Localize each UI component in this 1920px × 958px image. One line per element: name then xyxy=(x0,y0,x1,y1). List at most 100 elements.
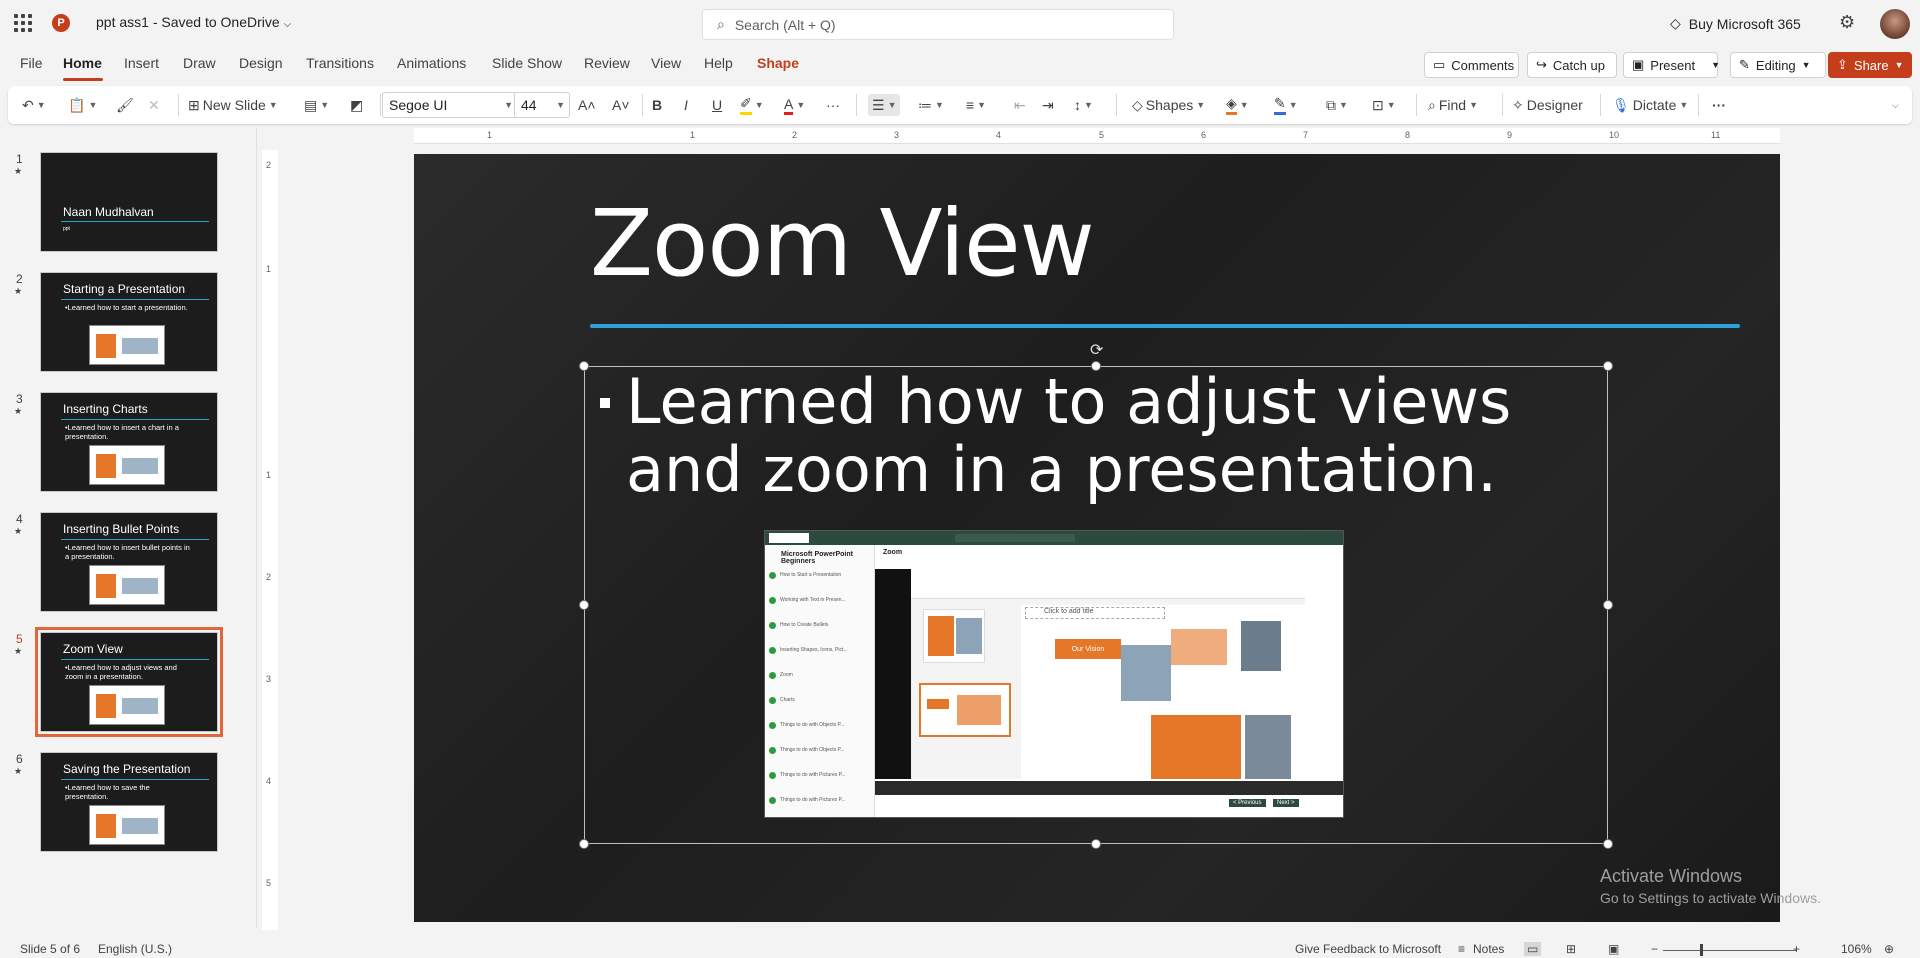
align-button[interactable]: ≡ ▼ xyxy=(966,94,986,116)
slide-body-text[interactable]: Learned how to adjust views and zoom in … xyxy=(626,368,1586,504)
resize-handle[interactable] xyxy=(579,361,589,371)
undo-button[interactable]: ↶ ▼ xyxy=(22,94,46,116)
share-button[interactable]: ⇪ Share ▼ xyxy=(1828,52,1912,78)
resize-handle[interactable] xyxy=(1603,600,1613,610)
rotate-handle-icon[interactable]: ⟳ xyxy=(1090,340,1103,360)
document-title[interactable]: ppt ass1 - Saved to OneDrive ⌵ xyxy=(96,14,291,30)
delete-button[interactable]: ✕ xyxy=(148,94,160,116)
slide-thumbnail-2[interactable]: Starting a Presentation •Learned how to s… xyxy=(40,272,218,372)
zoom-out-button[interactable]: − xyxy=(1651,942,1658,956)
resize-handle[interactable] xyxy=(579,600,589,610)
zoom-level[interactable]: 106% xyxy=(1841,942,1872,956)
slide-thumbnail-4[interactable]: Inserting Bullet Points •Learned how to i… xyxy=(40,512,218,612)
collapse-ribbon-button[interactable]: ⌵ xyxy=(1892,94,1899,116)
tab-file[interactable]: File xyxy=(20,55,43,71)
designer-button[interactable]: ✧ Designer xyxy=(1512,94,1583,116)
zoom-in-button[interactable]: + xyxy=(1793,942,1800,956)
tab-help[interactable]: Help xyxy=(704,55,733,71)
panel-divider[interactable] xyxy=(256,128,257,928)
layout-button[interactable]: ▤ ▼ xyxy=(304,94,329,116)
app-launcher-icon[interactable] xyxy=(14,14,32,32)
buy-microsoft-365-button[interactable]: ◇ Buy Microsoft 365 xyxy=(1670,15,1801,32)
format-painter-button[interactable]: 🖌 xyxy=(116,94,134,116)
present-icon: ▣ xyxy=(1632,57,1645,72)
layout-icon: ▤ xyxy=(304,96,318,113)
line-spacing-button[interactable]: ↕ ▼ xyxy=(1074,94,1093,116)
bullets-button[interactable]: ☰ ▼ xyxy=(868,94,901,116)
resize-handle[interactable] xyxy=(1091,839,1101,849)
tab-view[interactable]: View xyxy=(651,55,681,71)
fit-to-window-icon[interactable]: ⊕ xyxy=(1884,942,1894,956)
tab-draw[interactable]: Draw xyxy=(183,55,216,71)
shape-fill-button[interactable]: ◈ ▼ xyxy=(1226,94,1249,116)
arrange-button[interactable]: ⧉ ▼ xyxy=(1326,94,1348,116)
embedded-video-controls xyxy=(875,781,1343,795)
editing-mode-button[interactable]: ✎ Editing ▼ xyxy=(1730,52,1826,78)
zoom-slider[interactable] xyxy=(1663,950,1797,951)
slide-number: 1 xyxy=(16,152,23,166)
decrease-font-button[interactable]: A˅ xyxy=(612,94,630,116)
tab-transitions[interactable]: Transitions xyxy=(306,55,374,71)
more-options-button[interactable]: ··· xyxy=(1712,94,1726,116)
zoom-slider-thumb[interactable] xyxy=(1700,944,1703,956)
new-slide-button[interactable]: ⊞ New Slide ▼ xyxy=(188,94,278,116)
normal-view-icon[interactable]: ▭ xyxy=(1524,942,1542,956)
more-font-options-button[interactable]: ··· xyxy=(826,94,840,116)
dictate-button[interactable]: 🎙 Dictate ▼ xyxy=(1612,94,1688,116)
language-indicator[interactable]: English (U.S.) xyxy=(98,942,172,956)
slide-counter: Slide 5 of 6 xyxy=(20,942,81,956)
slide-number: 5 xyxy=(16,632,23,646)
highlight-button[interactable]: ✐ ▼ xyxy=(740,94,764,116)
italic-button[interactable]: I xyxy=(684,94,688,116)
avatar[interactable] xyxy=(1880,9,1910,39)
find-button[interactable]: ⌕ Find ▼ xyxy=(1428,94,1478,116)
reset-button[interactable]: ◩ xyxy=(350,94,363,116)
shape-outline-button[interactable]: ✎ ▼ xyxy=(1274,94,1298,116)
slide-title[interactable]: Zoom View xyxy=(590,190,1095,297)
tab-insert[interactable]: Insert xyxy=(124,55,159,71)
catch-up-button[interactable]: ↪ Catch up xyxy=(1527,52,1617,78)
feedback-link[interactable]: Give Feedback to Microsoft xyxy=(1295,942,1441,956)
embedded-screenshot-image[interactable]: Microsoft PowerPoint Beginners How to St… xyxy=(764,530,1344,818)
present-button[interactable]: ▣ Present ▼ xyxy=(1623,52,1720,78)
underline-button[interactable]: U xyxy=(712,94,722,116)
slide-canvas[interactable]: Zoom View ⟳ Learned how to adjust views … xyxy=(414,154,1780,922)
slide-thumbnail-6[interactable]: Saving the Presentation •Learned how to s… xyxy=(40,752,218,852)
tab-review[interactable]: Review xyxy=(584,55,630,71)
tab-animations[interactable]: Animations xyxy=(397,55,466,71)
comments-button[interactable]: ▭ Comments xyxy=(1424,52,1519,78)
slide-thumbnail-1[interactable]: Naan Mudhalvan ppt xyxy=(40,152,218,252)
embedded-lesson-label: Inserting Shapes, Icons, Pict... xyxy=(780,647,848,653)
numbering-button[interactable]: ≔ ▼ xyxy=(918,94,944,116)
resize-handle[interactable] xyxy=(1603,839,1613,849)
search-box[interactable]: ⌕ Search (Alt + Q) xyxy=(702,9,1174,40)
resize-handle[interactable] xyxy=(1603,361,1613,371)
increase-font-button[interactable]: A˄ xyxy=(578,94,596,116)
ruler-tick: 6 xyxy=(1201,130,1207,140)
group-button[interactable]: ⊡ ▼ xyxy=(1372,94,1396,116)
tab-shape[interactable]: Shape xyxy=(757,55,799,71)
settings-gear-icon[interactable]: ⚙ xyxy=(1839,12,1855,33)
slide-thumbnail-5[interactable]: Zoom View •Learned how to adjust views an… xyxy=(35,627,223,737)
shapes-button[interactable]: ◇ Shapes ▼ xyxy=(1132,94,1205,116)
resize-handle[interactable] xyxy=(579,839,589,849)
decrease-indent-button[interactable]: ⇤ xyxy=(1014,94,1026,116)
font-color-button[interactable]: A ▼ xyxy=(784,94,805,116)
slide-thumbnail-3[interactable]: Inserting Charts •Learned how to insert a… xyxy=(40,392,218,492)
slide-sorter-icon[interactable]: ⊞ xyxy=(1566,942,1576,956)
tab-design[interactable]: Design xyxy=(239,55,283,71)
ruler-tick: 2 xyxy=(792,130,798,140)
notes-icon[interactable]: ≡ xyxy=(1458,942,1465,956)
font-size-select[interactable]: 44 ▼ xyxy=(514,92,570,118)
embedded-next: Next > xyxy=(1273,799,1299,807)
reading-view-icon[interactable]: ▣ xyxy=(1608,942,1619,956)
thumbnail-image xyxy=(89,325,165,365)
tab-slide-show[interactable]: Slide Show xyxy=(492,55,562,71)
bold-button[interactable]: B xyxy=(652,94,662,116)
dictate-label: Dictate xyxy=(1632,97,1677,113)
notes-button[interactable]: Notes xyxy=(1473,942,1504,956)
paste-button[interactable]: 📋 ▼ xyxy=(68,94,97,116)
tab-home[interactable]: Home xyxy=(63,55,102,71)
increase-indent-button[interactable]: ⇥ xyxy=(1042,94,1054,116)
font-name-select[interactable]: Segoe UI ▼ xyxy=(382,92,518,118)
